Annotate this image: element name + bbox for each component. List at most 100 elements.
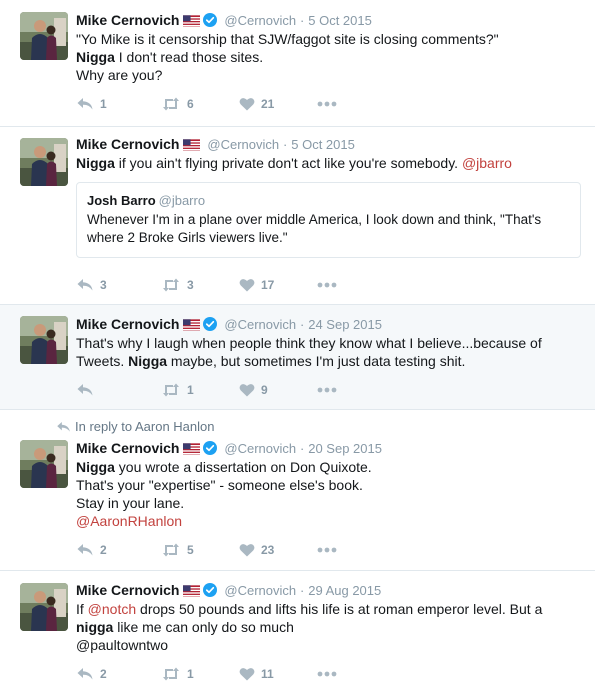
reply-count: 2: [100, 667, 107, 681]
fullname[interactable]: Mike Cernovich: [76, 440, 179, 456]
username[interactable]: @Cernovich: [224, 583, 296, 598]
more-dots-icon: [317, 387, 337, 393]
timestamp[interactable]: 20 Sep 2015: [308, 441, 382, 456]
username[interactable]: @Cernovich: [207, 137, 279, 152]
reply-context[interactable]: In reply to Aaron Hanlon: [56, 419, 214, 434]
tweet-header: Mike Cernovich @Cernovich · 20 Sep 2015: [76, 439, 581, 457]
tweet-header: Mike Cernovich @Cernovich · 29 Aug 2015: [76, 581, 581, 599]
bold-word: Nigga: [128, 353, 168, 369]
timeline: Mike Cernovich @Cernovich · 5 Oct 2015 "…: [0, 0, 595, 693]
fullname[interactable]: Mike Cernovich: [76, 316, 179, 332]
avatar[interactable]: [20, 440, 68, 488]
retweet-button[interactable]: 6: [161, 96, 194, 112]
tweet-line: maybe, but sometimes I'm just data testi…: [167, 353, 466, 369]
tweet-header: Mike Cernovich @Cernovich · 24 Sep 2015: [76, 315, 581, 333]
more-button[interactable]: [317, 96, 337, 112]
tweet-text: Nigga you wrote a dissertation on Don Qu…: [76, 458, 581, 530]
retweet-icon: [161, 383, 181, 397]
avatar[interactable]: [20, 12, 68, 60]
fullname[interactable]: Mike Cernovich: [76, 136, 179, 152]
tweet-line: drops 50 pounds and lifts his life is at…: [136, 601, 543, 617]
heart-icon: [239, 278, 255, 292]
like-button[interactable]: 9: [239, 382, 268, 398]
tweet-line: That's why I laugh when people think the…: [76, 335, 542, 351]
tweet[interactable]: Mike Cernovich @Cernovich · 24 Sep 2015 …: [0, 305, 595, 410]
retweet-count: 1: [187, 383, 194, 397]
separator: ·: [300, 441, 305, 456]
heart-icon: [239, 383, 255, 397]
heart-icon: [239, 97, 255, 111]
mention-link[interactable]: @notch: [88, 601, 136, 617]
tweet-header: Mike Cernovich @Cernovich · 5 Oct 2015: [76, 135, 581, 153]
tweet[interactable]: Mike Cernovich @Cernovich · 5 Oct 2015 "…: [0, 0, 595, 127]
more-button[interactable]: [317, 382, 337, 398]
avatar[interactable]: [20, 138, 68, 186]
more-dots-icon: [317, 547, 337, 553]
like-count: 23: [261, 543, 275, 557]
tweet-line: "Yo Mike is it censorship that SJW/faggo…: [76, 31, 499, 47]
separator: ·: [300, 317, 305, 332]
reply-icon: [76, 278, 94, 292]
timestamp[interactable]: 5 Oct 2015: [291, 137, 355, 152]
reply-button[interactable]: [76, 382, 100, 398]
username[interactable]: @Cernovich: [224, 317, 296, 332]
more-button[interactable]: [317, 277, 337, 293]
tweet-actions: 1 6 21: [76, 96, 376, 112]
reply-context-label: In reply to Aaron Hanlon: [75, 419, 215, 434]
username[interactable]: @Cernovich: [224, 13, 296, 28]
retweet-count: 3: [187, 278, 194, 292]
avatar[interactable]: [20, 583, 68, 631]
more-button[interactable]: [317, 666, 337, 682]
retweet-button[interactable]: 3: [161, 277, 194, 293]
tweet-actions: 2 5 23: [76, 542, 376, 558]
mention-link[interactable]: @jbarro: [462, 155, 512, 171]
reply-count: 1: [100, 97, 107, 111]
more-dots-icon: [317, 671, 337, 677]
separator: ·: [300, 13, 305, 28]
retweet-icon: [161, 278, 181, 292]
tweet-header: Mike Cernovich @Cernovich · 5 Oct 2015: [76, 11, 581, 29]
tweet[interactable]: In reply to Aaron Hanlon Mike Cernovich …: [0, 410, 595, 571]
tweet-actions: 3 3 17: [76, 277, 376, 293]
retweet-button[interactable]: 5: [161, 542, 194, 558]
fullname[interactable]: Mike Cernovich: [76, 12, 179, 28]
tweet-line: That's your "expertise" - someone else's…: [76, 477, 363, 493]
retweet-count: 5: [187, 543, 194, 557]
reply-button[interactable]: 3: [76, 277, 107, 293]
us-flag-icon: [183, 583, 200, 601]
tweet-line: Tweets.: [76, 353, 129, 369]
tweet-line: Why are you?: [76, 67, 163, 83]
reply-button[interactable]: 1: [76, 96, 107, 112]
retweet-icon: [161, 543, 181, 557]
quoted-username: @jbarro: [158, 193, 206, 208]
like-button[interactable]: 21: [239, 96, 274, 112]
reply-button[interactable]: 2: [76, 542, 107, 558]
reply-icon: [76, 543, 94, 557]
avatar[interactable]: [20, 316, 68, 364]
like-count: 21: [261, 97, 275, 111]
mention-link[interactable]: @AaronRHanlon: [76, 512, 581, 530]
timestamp[interactable]: 5 Oct 2015: [308, 13, 372, 28]
quoted-line: where 2 Broke Girls viewers live.": [87, 230, 288, 245]
us-flag-icon: [183, 441, 200, 459]
like-button[interactable]: 17: [239, 277, 274, 293]
us-flag-icon: [183, 317, 200, 335]
retweet-button[interactable]: 1: [161, 382, 194, 398]
quoted-line: Whenever I'm in a plane over middle Amer…: [87, 212, 542, 227]
quoted-tweet[interactable]: Josh Barro @jbarro Whenever I'm in a plan…: [76, 182, 581, 258]
timestamp[interactable]: 29 Aug 2015: [308, 583, 381, 598]
reply-icon: [76, 383, 94, 397]
tweet[interactable]: Mike Cernovich @Cernovich · 29 Aug 2015 …: [0, 571, 595, 693]
more-button[interactable]: [317, 542, 337, 558]
username[interactable]: @Cernovich: [224, 441, 296, 456]
reply-icon: [76, 97, 94, 111]
mention-text[interactable]: @paultowntwo: [76, 636, 581, 654]
fullname[interactable]: Mike Cernovich: [76, 582, 179, 598]
like-button[interactable]: 23: [239, 542, 274, 558]
like-button[interactable]: 11: [239, 666, 274, 682]
retweet-button[interactable]: 1: [161, 666, 194, 682]
bold-word: Nigga: [76, 459, 115, 475]
timestamp[interactable]: 24 Sep 2015: [308, 317, 382, 332]
tweet[interactable]: Mike Cernovich @Cernovich · 5 Oct 2015 N…: [0, 127, 595, 305]
reply-button[interactable]: 2: [76, 666, 107, 682]
